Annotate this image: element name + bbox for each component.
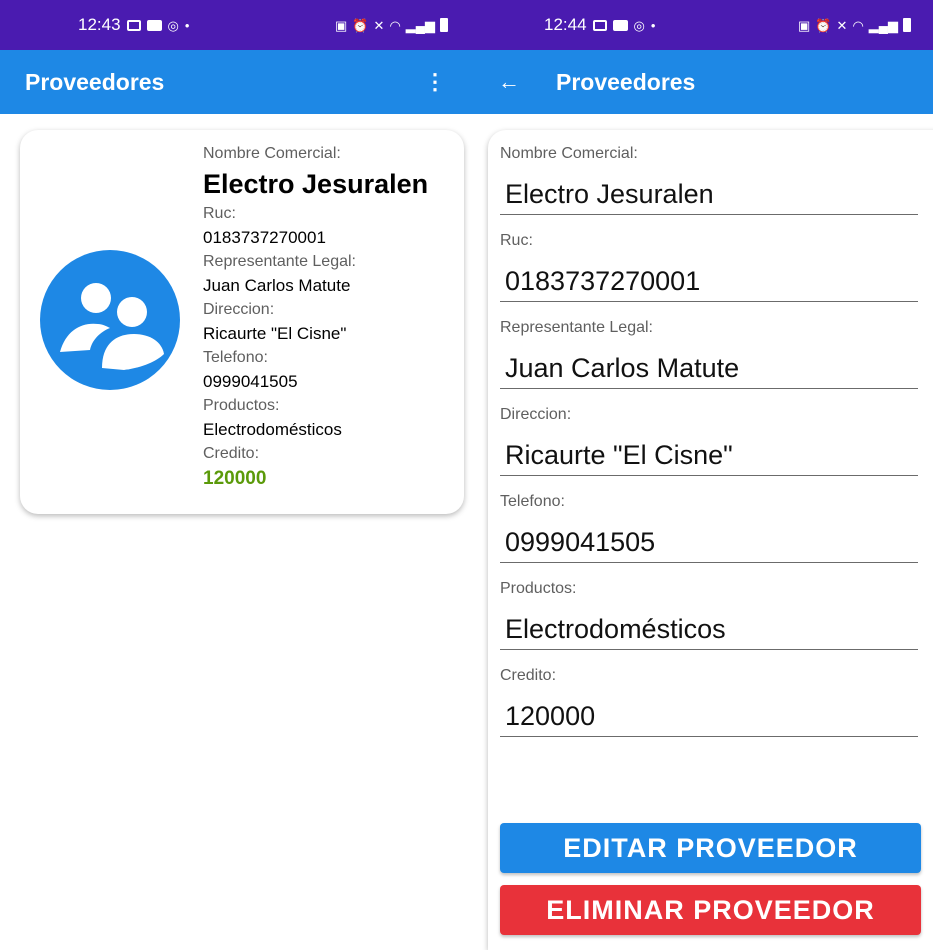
representante-value: Juan Carlos Matute — [203, 276, 351, 295]
wifi-icon: ◠ — [852, 17, 864, 33]
status-time: 12:43 — [78, 15, 121, 34]
productos-label: Productos: — [500, 580, 577, 597]
nombre-label: Nombre Comercial: — [500, 145, 638, 162]
delete-provider-button[interactable]: ELIMINAR PROVEEDOR — [500, 885, 921, 935]
productos-label: Productos: — [203, 397, 280, 414]
provider-card[interactable]: Nombre Comercial: Electro Jesuralen Ruc:… — [20, 130, 464, 514]
app-bar-title: Proveedores — [556, 68, 696, 95]
signal-icon: ▂▄▆ — [405, 17, 435, 33]
sync-notification-icon: ◎ — [167, 17, 179, 33]
direccion-label: Direccion: — [500, 406, 572, 423]
credito-label: Credito: — [500, 667, 557, 684]
credito-field[interactable]: 120000 — [500, 696, 918, 737]
alarm-icon: ⏰ — [815, 17, 832, 33]
provider-list-screen: 12:43 ◎ • ▣ ⏰ ✕ ◠ ▂▄▆ Proveedores ⋮ Nomb… — [0, 0, 470, 950]
wifi-icon: ◠ — [389, 17, 401, 33]
app-bar: Proveedores ⋮ — [0, 50, 470, 114]
credito-value: 120000 — [203, 468, 267, 489]
ruc-field[interactable]: 0183737270001 — [500, 261, 918, 302]
status-time: 12:44 — [544, 15, 587, 34]
telefono-value: 0999041505 — [203, 372, 298, 391]
provider-detail-screen: 12:44 ◎ • ▣ ⏰ ✕ ◠ ▂▄▆ ← Proveedores Nomb… — [470, 0, 933, 950]
productos-field[interactable]: Electrodomésticos — [500, 609, 918, 650]
telefono-field[interactable]: 0999041505 — [500, 522, 918, 563]
status-bar: 12:44 ◎ • ▣ ⏰ ✕ ◠ ▂▄▆ — [470, 0, 933, 50]
direccion-value: Ricaurte "El Cisne" — [203, 324, 347, 343]
credito-label: Credito: — [203, 445, 260, 462]
nombre-field[interactable]: Electro Jesuralen — [500, 174, 918, 215]
lock-icon: ▣ — [335, 17, 348, 33]
ruc-label: Ruc: — [500, 232, 533, 249]
youtube-notification-icon — [612, 19, 628, 31]
battery-icon — [903, 18, 911, 32]
battery-icon — [440, 18, 448, 32]
direccion-label: Direccion: — [203, 301, 275, 318]
ruc-value: 0183737270001 — [203, 228, 326, 247]
telefono-label: Telefono: — [500, 493, 565, 510]
mute-icon: ✕ — [373, 17, 385, 33]
representante-label: Representante Legal: — [500, 319, 653, 336]
nombre-value: Electro Jesuralen — [203, 169, 429, 199]
signal-icon: ▂▄▆ — [868, 17, 898, 33]
edit-provider-button[interactable]: EDITAR PROVEEDOR — [500, 823, 921, 873]
dot-icon: • — [650, 17, 656, 33]
group-people-icon — [40, 250, 180, 390]
lock-icon: ▣ — [798, 17, 811, 33]
telefono-label: Telefono: — [203, 349, 268, 366]
nombre-label: Nombre Comercial: — [203, 145, 341, 162]
status-bar: 12:43 ◎ • ▣ ⏰ ✕ ◠ ▂▄▆ — [0, 0, 470, 50]
provider-form-card: Nombre Comercial: Electro Jesuralen Ruc:… — [488, 130, 933, 950]
gallery-notification-icon — [592, 19, 607, 31]
direccion-field[interactable]: Ricaurte "El Cisne" — [500, 435, 918, 476]
sync-notification-icon: ◎ — [633, 17, 645, 33]
ruc-label: Ruc: — [203, 205, 236, 222]
dot-icon: • — [184, 17, 190, 33]
app-bar: ← Proveedores — [470, 50, 933, 114]
provider-info: Nombre Comercial: Electro Jesuralen Ruc:… — [203, 142, 458, 492]
gallery-notification-icon — [126, 19, 141, 31]
mute-icon: ✕ — [836, 17, 848, 33]
representante-label: Representante Legal: — [203, 253, 356, 270]
productos-value: Electrodomésticos — [203, 420, 342, 439]
provider-form: Nombre Comercial: Electro Jesuralen Ruc:… — [500, 142, 918, 751]
alarm-icon: ⏰ — [352, 17, 369, 33]
app-bar-title: Proveedores — [25, 68, 165, 95]
arrow-back-icon[interactable]: ← — [498, 69, 520, 95]
youtube-notification-icon — [146, 19, 162, 31]
more-vertical-icon[interactable]: ⋮ — [418, 69, 452, 95]
representante-field[interactable]: Juan Carlos Matute — [500, 348, 918, 389]
